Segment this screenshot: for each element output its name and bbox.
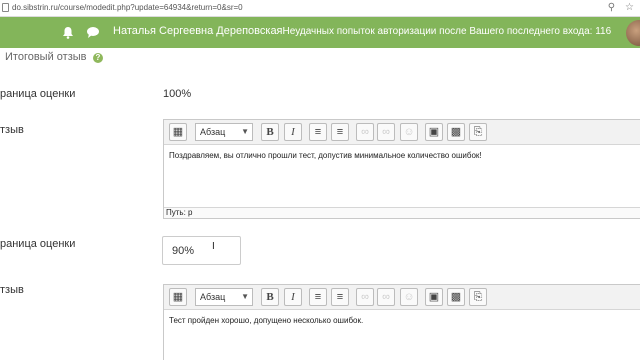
grade-boundary-label-1: раница оценки (0, 88, 76, 100)
user-full-name: Наталья Сергеевна Дереповская (113, 25, 283, 37)
paragraph-format-value: Абзац (200, 127, 226, 137)
help-icon[interactable]: ? (93, 53, 103, 63)
link-icon[interactable]: ∞ (356, 288, 374, 306)
grade-boundary-value-1: 100% (163, 88, 192, 100)
section-header: Итоговый отзыв ? (0, 48, 640, 68)
bell-icon[interactable] (62, 26, 74, 39)
unlink-icon[interactable]: ∞ (377, 288, 395, 306)
numbered-list-icon[interactable]: ≡ (331, 123, 349, 141)
lock-icon (2, 3, 9, 12)
editor-path: Путь: p (164, 207, 640, 218)
toolbar-toggle-icon[interactable]: ▦ (169, 288, 187, 306)
bullet-list-icon[interactable]: ≡ (309, 123, 327, 141)
user-menu[interactable]: Наталья Сергеевна ДереповскаяНеудачных п… (113, 25, 611, 37)
grade-boundary-input[interactable]: 90% (162, 236, 241, 265)
paragraph-format-value: Абзац (200, 292, 226, 302)
editor-toolbar: ▦ Абзац ▼ B I ≡ ≡ ∞ ∞ ☺ ▣ ▩ ⎘ (164, 285, 640, 310)
grade-boundary-label-2: раница оценки (0, 238, 76, 250)
search-icon[interactable]: ⚲ (608, 2, 615, 13)
bold-button[interactable]: B (261, 123, 279, 141)
editor-toolbar: ▦ Абзац ▼ B I ≡ ≡ ∞ ∞ ☺ ▣ ▩ ⎘ (164, 120, 640, 145)
bullet-list-icon[interactable]: ≡ (309, 288, 327, 306)
media-icon[interactable]: ▩ (447, 288, 465, 306)
paste-icon[interactable]: ⎘ (469, 123, 487, 141)
emoticon-icon[interactable]: ☺ (400, 288, 418, 306)
toolbar-toggle-icon[interactable]: ▦ (169, 123, 187, 141)
editor-content[interactable]: Поздравляем, вы отлично прошли тест, доп… (164, 145, 640, 166)
italic-button[interactable]: I (284, 288, 302, 306)
chevron-down-icon: ▼ (241, 127, 249, 136)
feedback-label-1: тзыв (0, 124, 24, 136)
feedback-label-2: тзыв (0, 284, 24, 296)
browser-address-bar[interactable]: do.sibstrin.ru/course/modedit.php?update… (0, 0, 640, 17)
feedback-editor-1[interactable]: ▦ Абзац ▼ B I ≡ ≡ ∞ ∞ ☺ ▣ ▩ ⎘ Поздравляе… (163, 119, 640, 219)
address-url[interactable]: do.sibstrin.ru/course/modedit.php?update… (12, 3, 243, 12)
bold-button[interactable]: B (261, 288, 279, 306)
paragraph-format-select[interactable]: Абзац ▼ (195, 288, 253, 306)
grade-boundary-value-2: 90% (172, 245, 195, 257)
paste-icon[interactable]: ⎘ (469, 288, 487, 306)
paragraph-format-select[interactable]: Абзац ▼ (195, 123, 253, 141)
image-icon[interactable]: ▣ (425, 288, 443, 306)
chat-icon[interactable] (86, 26, 100, 39)
italic-button[interactable]: I (284, 123, 302, 141)
avatar[interactable] (626, 20, 640, 46)
feedback-editor-2[interactable]: ▦ Абзац ▼ B I ≡ ≡ ∞ ∞ ☺ ▣ ▩ ⎘ Тест пройд… (163, 284, 640, 360)
site-header: Наталья Сергеевна ДереповскаяНеудачных п… (0, 17, 640, 48)
browser-action-icons: ⚲ ☆ (608, 2, 634, 13)
numbered-list-icon[interactable]: ≡ (331, 288, 349, 306)
image-icon[interactable]: ▣ (425, 123, 443, 141)
editor-content[interactable]: Тест пройден хорошо, допущено несколько … (164, 310, 640, 331)
login-attempts-info: Неудачных попыток авторизации после Ваше… (282, 26, 612, 37)
emoticon-icon[interactable]: ☺ (400, 123, 418, 141)
chevron-down-icon: ▼ (241, 292, 249, 301)
unlink-icon[interactable]: ∞ (377, 123, 395, 141)
media-icon[interactable]: ▩ (447, 123, 465, 141)
text-cursor-icon: I (212, 241, 215, 252)
star-icon[interactable]: ☆ (625, 2, 634, 13)
section-title[interactable]: Итоговый отзыв (5, 51, 87, 63)
link-icon[interactable]: ∞ (356, 123, 374, 141)
